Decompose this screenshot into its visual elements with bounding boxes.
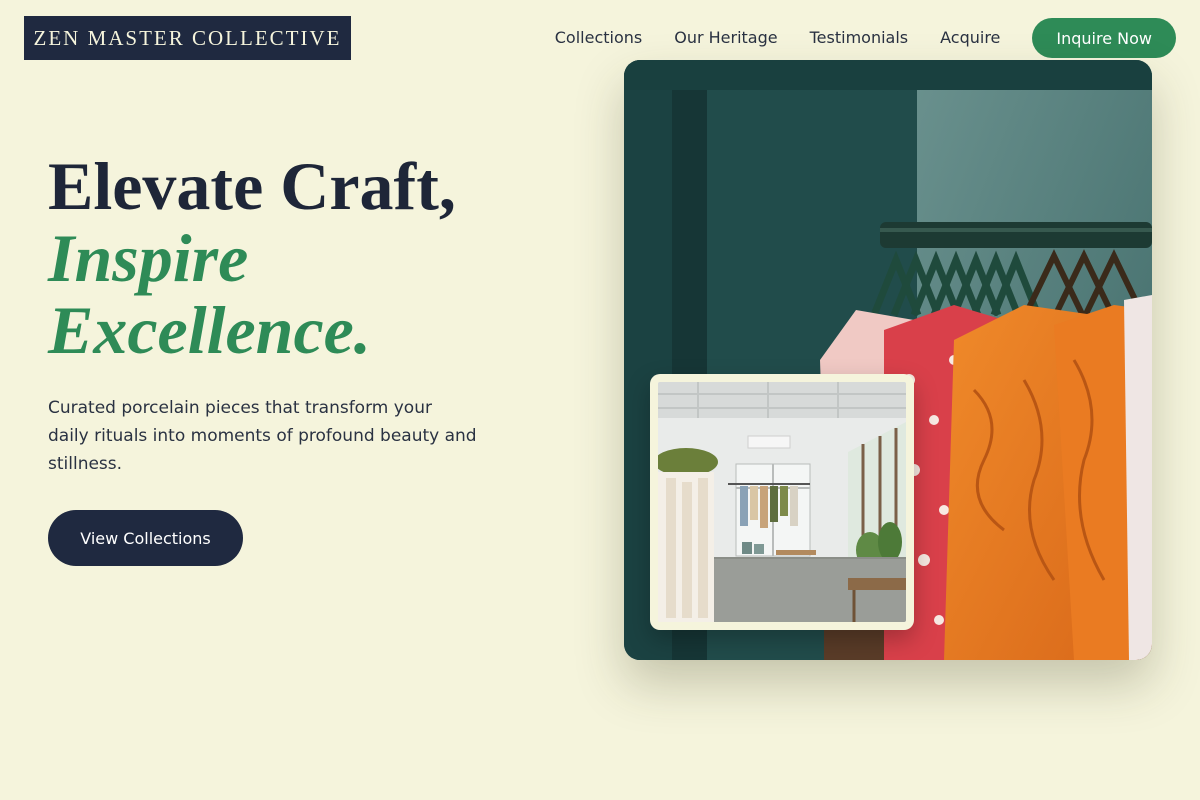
brand-name: ZEN MASTER COLLECTIVE: [33, 25, 342, 50]
nav-link-testimonials[interactable]: Testimonials: [810, 18, 909, 58]
nav-link-acquire[interactable]: Acquire: [940, 18, 1000, 58]
hero-title-line3: Excellence.: [48, 292, 371, 368]
hero-title: Elevate Craft, Inspire Excellence.: [48, 150, 456, 366]
hero-title-line1: Elevate Craft,: [48, 148, 456, 224]
nav-link-our-heritage[interactable]: Our Heritage: [674, 18, 777, 58]
hero-subtitle: Curated porcelain pieces that transform …: [48, 398, 477, 474]
hero-title-line2: Inspire: [48, 220, 249, 296]
boutique-interior-photo: [658, 382, 906, 622]
brand-logo[interactable]: ZEN MASTER COLLECTIVE: [24, 16, 351, 60]
nav-link-collections[interactable]: Collections: [555, 18, 642, 58]
boutique-interior-photo-frame: [650, 374, 914, 630]
boutique-interior-illustration: [658, 382, 906, 622]
main-nav: Collections Our Heritage Testimonials Ac…: [555, 18, 1176, 58]
view-collections-button[interactable]: View Collections: [48, 510, 243, 566]
inquire-now-button[interactable]: Inquire Now: [1032, 18, 1176, 58]
